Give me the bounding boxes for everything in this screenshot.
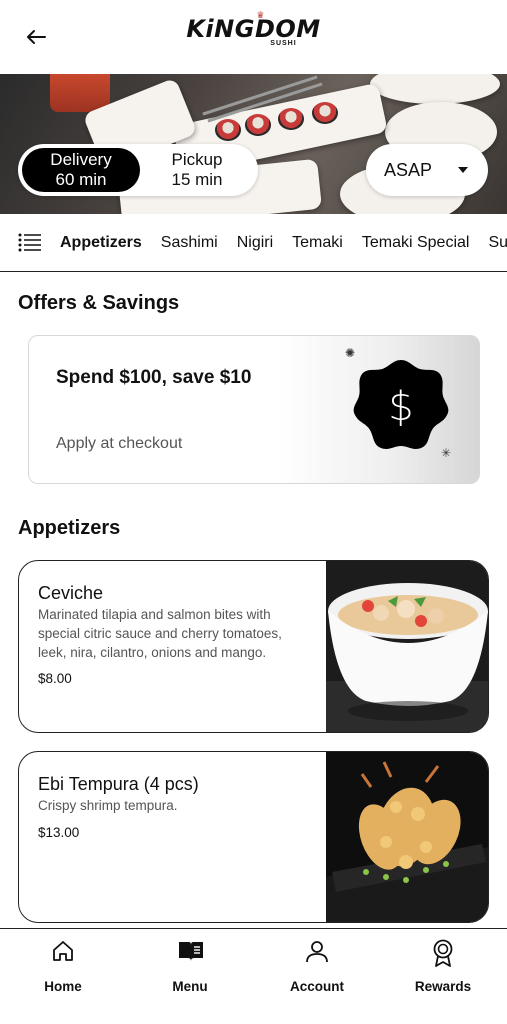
offer-headline: Spend $100, save $10: [56, 367, 252, 388]
logo-wordmark: KiNGDOM: [186, 15, 321, 43]
tab-appetizers[interactable]: Appetizers: [60, 234, 142, 252]
bottom-navigation: Home Menu Account Rewards: [0, 928, 507, 1024]
menu-section-heading: Appetizers: [18, 517, 121, 539]
pickup-label: Pickup: [171, 150, 223, 169]
order-mode-toggle: Delivery 60 min Pickup 15 min: [18, 144, 258, 196]
nav-rewards-label: Rewards: [414, 979, 472, 994]
schedule-value: ASAP: [384, 159, 433, 180]
menu-item-card[interactable]: Ceviche Marinated tilapia and salmon bit…: [18, 560, 489, 733]
offers-heading: Offers & Savings: [18, 292, 180, 314]
item-name: Ceviche: [38, 583, 104, 603]
ceviche-photo: [326, 561, 488, 732]
sushi-roll-image: [312, 102, 338, 124]
dollar-badge-icon: $: [353, 360, 449, 449]
item-price: $13.00: [38, 825, 80, 840]
nav-rewards[interactable]: Rewards: [393, 929, 493, 1019]
nav-home-label: Home: [44, 979, 82, 994]
brand-logo: ♛ KiNGDOM SUSHI: [186, 10, 321, 47]
sushi-roll-image: [278, 108, 304, 130]
arrow-left-icon: [27, 30, 46, 44]
user-icon: [306, 941, 328, 963]
category-tabs: Appetizers Sashimi Nigiri Temaki Temaki …: [60, 214, 507, 271]
tab-temaki[interactable]: Temaki: [292, 234, 343, 252]
app-header: ♛ KiNGDOM SUSHI: [0, 0, 507, 74]
ebi-tempura-photo: [326, 752, 488, 922]
pickup-time: 15 min: [171, 170, 223, 189]
tab-nigiri[interactable]: Nigiri: [237, 234, 273, 252]
tab-sashimi[interactable]: Sashimi: [161, 234, 218, 252]
category-bar: Appetizers Sashimi Nigiri Temaki Temaki …: [0, 214, 507, 272]
sushi-roll-image: [245, 114, 271, 136]
item-description: Marinated tilapia and salmon bites with …: [38, 607, 282, 660]
home-icon: [53, 941, 73, 961]
item-description: Crispy shrimp tempura.: [38, 798, 178, 813]
nav-account-label: Account: [290, 979, 344, 994]
list-icon[interactable]: [18, 232, 42, 254]
offer-subtext: Apply at checkout: [56, 435, 183, 452]
item-price: $8.00: [38, 671, 72, 686]
svg-text:$: $: [388, 384, 413, 430]
book-icon: [179, 942, 203, 961]
nav-menu-label: Menu: [172, 979, 208, 994]
nav-menu[interactable]: Menu: [140, 929, 240, 1019]
delivery-label: Delivery: [50, 150, 112, 169]
caret-down-icon: [458, 167, 468, 173]
pickup-option[interactable]: Pickup 15 min: [138, 148, 256, 192]
back-button[interactable]: [22, 24, 50, 50]
tab-su[interactable]: Su: [488, 234, 507, 252]
delivery-option[interactable]: Delivery 60 min: [22, 148, 140, 192]
menu-item-card[interactable]: Ebi Tempura (4 pcs) Crispy shrimp tempur…: [18, 751, 489, 923]
offer-card[interactable]: Spend $100, save $10 Apply at checkout ✺…: [28, 335, 480, 484]
delivery-time: 60 min: [55, 170, 107, 189]
award-icon: [433, 939, 453, 967]
plate-image: [370, 74, 500, 104]
nav-account[interactable]: Account: [267, 929, 367, 1019]
tab-temaki-special[interactable]: Temaki Special: [362, 234, 470, 252]
nav-home[interactable]: Home: [13, 929, 113, 1019]
item-name: Ebi Tempura (4 pcs): [38, 774, 199, 794]
schedule-dropdown[interactable]: ASAP: [366, 144, 488, 196]
sushi-roll-image: [215, 119, 241, 141]
crown-icon: ♛: [256, 10, 265, 20]
